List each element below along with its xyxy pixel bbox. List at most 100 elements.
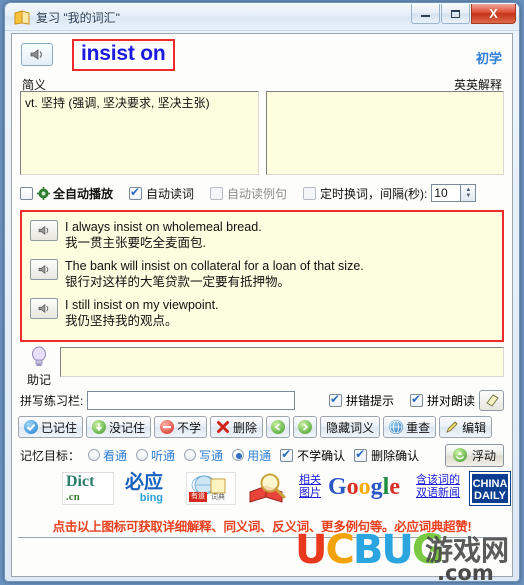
- china-daily-icon: CHINA DAILY: [469, 471, 511, 506]
- float-button[interactable]: 浮动: [444, 443, 504, 467]
- dict-cn-icon: Dict .cn: [62, 472, 114, 505]
- goal-label-write: 写通: [199, 448, 224, 463]
- float-label: 浮动: [471, 448, 496, 463]
- goal-radio-listen[interactable]: [136, 449, 149, 461]
- examples-panel: I always insist on wholemeal bread. 我一贯主…: [20, 210, 504, 342]
- skip-button[interactable]: 不学: [154, 416, 208, 438]
- link-bilingual-news[interactable]: 含该词的 双语新闻: [416, 474, 460, 500]
- chinese-definition-box[interactable]: vt. 坚持 (强调, 坚决要求, 坚决主张): [20, 91, 259, 175]
- option-auto-read-word[interactable]: 自动读词: [129, 185, 194, 202]
- auto-read-sentence-label: 自动读例句: [227, 186, 288, 201]
- window-controls: X: [410, 4, 516, 24]
- interval-input[interactable]: 10: [431, 184, 462, 202]
- confirm-skip-checkbox[interactable]: [280, 447, 294, 462]
- delete-button[interactable]: 删除: [210, 416, 264, 438]
- example-speaker-button[interactable]: [30, 259, 58, 280]
- link-magnifier-book[interactable]: [246, 472, 290, 511]
- example-english: The bank will insist on collateral for a…: [65, 259, 364, 273]
- auto-play-label: 全自动播放: [53, 186, 114, 201]
- option-auto-play[interactable]: 全自动播放: [20, 185, 113, 202]
- example-row: I still insist on my viewpoint. 我仍坚持我的观点…: [22, 290, 502, 329]
- confirm-delete-label: 删除确认: [371, 448, 420, 463]
- example-row: I always insist on wholemeal bread. 我一贯主…: [22, 212, 502, 251]
- close-button[interactable]: X: [471, 4, 516, 24]
- mnemonic-label: 助记: [26, 373, 51, 387]
- example-row: The bank will insist on collateral for a…: [22, 251, 502, 290]
- spelling-options: 拼错提示 拼对朗读: [328, 389, 504, 411]
- right-read-checkbox[interactable]: [409, 392, 423, 407]
- hide-meaning-button[interactable]: 隐藏词义: [320, 416, 381, 438]
- option-right-read[interactable]: 拼对朗读: [409, 392, 475, 409]
- speaker-icon: [38, 265, 48, 274]
- word-highlight-box: insist on: [72, 39, 175, 71]
- link-dict-cn[interactable]: Dict .cn: [62, 472, 114, 505]
- wrong-hint-checkbox[interactable]: [328, 392, 342, 407]
- mnemonic-row: 助记: [20, 346, 504, 388]
- google-icon: Google: [328, 474, 400, 500]
- interval-spin-buttons[interactable]: ▲ ▼: [461, 184, 477, 202]
- memory-goal-label: 记忆目标：: [20, 448, 81, 463]
- eraser-button[interactable]: [479, 389, 504, 411]
- option-timed-switch[interactable]: 定时换词，间隔(秒):: [303, 185, 427, 202]
- remembered-label: 已记住: [41, 420, 78, 435]
- auto-play-checkbox[interactable]: [20, 186, 33, 200]
- remembered-button[interactable]: 已记住: [18, 416, 84, 438]
- auto-read-word-label: 自动读词: [146, 186, 195, 201]
- example-speaker-button[interactable]: [30, 220, 58, 241]
- link-youdao[interactable]: 有道 词典: [186, 472, 236, 505]
- hide-meaning-label: 隐藏词义: [326, 420, 375, 435]
- timed-switch-checkbox[interactable]: [303, 186, 317, 200]
- spin-down-icon[interactable]: ▼: [465, 193, 471, 199]
- auto-read-sentence-checkbox[interactable]: [210, 186, 224, 200]
- word-speaker-button[interactable]: [21, 43, 53, 66]
- interval-stepper[interactable]: 10 ▲ ▼: [431, 184, 477, 202]
- link-related-images[interactable]: 相关 图片: [299, 474, 321, 500]
- example-chinese: 我一贯主张要吃全麦面包.: [65, 236, 206, 250]
- not-remembered-label: 没记住: [109, 420, 146, 435]
- maximize-button[interactable]: [441, 4, 470, 24]
- example-speaker-button[interactable]: [30, 298, 58, 319]
- window-title: 复习 "我的词汇": [36, 11, 120, 25]
- confirm-delete-checkbox[interactable]: [354, 447, 368, 462]
- auto-read-word-checkbox[interactable]: [129, 185, 143, 200]
- app-window: 复习 "我的词汇" X insist on 初学 简义 英英解释 vt. 坚持 …: [4, 2, 520, 584]
- next-button[interactable]: [293, 416, 318, 438]
- edit-button[interactable]: 编辑: [439, 416, 493, 438]
- word-header: insist on 初学: [12, 34, 512, 76]
- title-bar: 复习 "我的词汇" X: [5, 3, 519, 31]
- english-definition-box[interactable]: [265, 91, 504, 175]
- goal-label-listen: 听通: [151, 448, 176, 463]
- speaker-icon: [30, 49, 42, 60]
- link-bing[interactable]: 必应 bing: [125, 473, 163, 504]
- china-daily-line2: DAILY: [474, 490, 506, 502]
- spelling-input[interactable]: [87, 390, 296, 410]
- red-minus-icon: [160, 420, 175, 434]
- bilingual-news-line2: 双语新闻: [416, 487, 460, 499]
- bing-cn-text: 必应: [125, 472, 164, 493]
- not-remembered-button[interactable]: 没记住: [86, 416, 152, 438]
- example-chinese: 银行对这样的大笔贷款一定要有抵押物。: [65, 275, 291, 289]
- example-english: I still insist on my viewpoint.: [65, 298, 219, 312]
- recheck-button[interactable]: 重查: [383, 416, 437, 438]
- goal-radio-use[interactable]: [232, 449, 245, 461]
- goal-radio-write[interactable]: [184, 449, 197, 461]
- goal-radio-read[interactable]: [88, 449, 101, 461]
- wrong-hint-label: 拼错提示: [345, 393, 394, 408]
- link-google[interactable]: Google: [328, 474, 400, 500]
- bing-icon: bing: [139, 492, 164, 504]
- green-right-arrow-icon: [298, 420, 313, 434]
- option-auto-read-sentence[interactable]: 自动读例句: [210, 185, 287, 202]
- minimize-button[interactable]: [411, 4, 440, 24]
- example-chinese: 我仍坚持我的观点。: [65, 314, 178, 328]
- magnifier-book-icon: [249, 473, 286, 503]
- mnemonic-input[interactable]: [60, 347, 504, 377]
- definition-labels: 简义 英英解释: [12, 76, 512, 92]
- pencil-icon: [446, 421, 458, 433]
- mnemonic-label-group: 助记: [20, 346, 58, 388]
- option-wrong-hint[interactable]: 拼错提示: [328, 392, 394, 409]
- skip-label: 不学: [177, 420, 202, 435]
- link-china-daily[interactable]: CHINA DAILY: [469, 471, 511, 506]
- red-x-icon: [217, 421, 230, 433]
- gear-icon: [37, 186, 50, 200]
- previous-button[interactable]: [266, 416, 291, 438]
